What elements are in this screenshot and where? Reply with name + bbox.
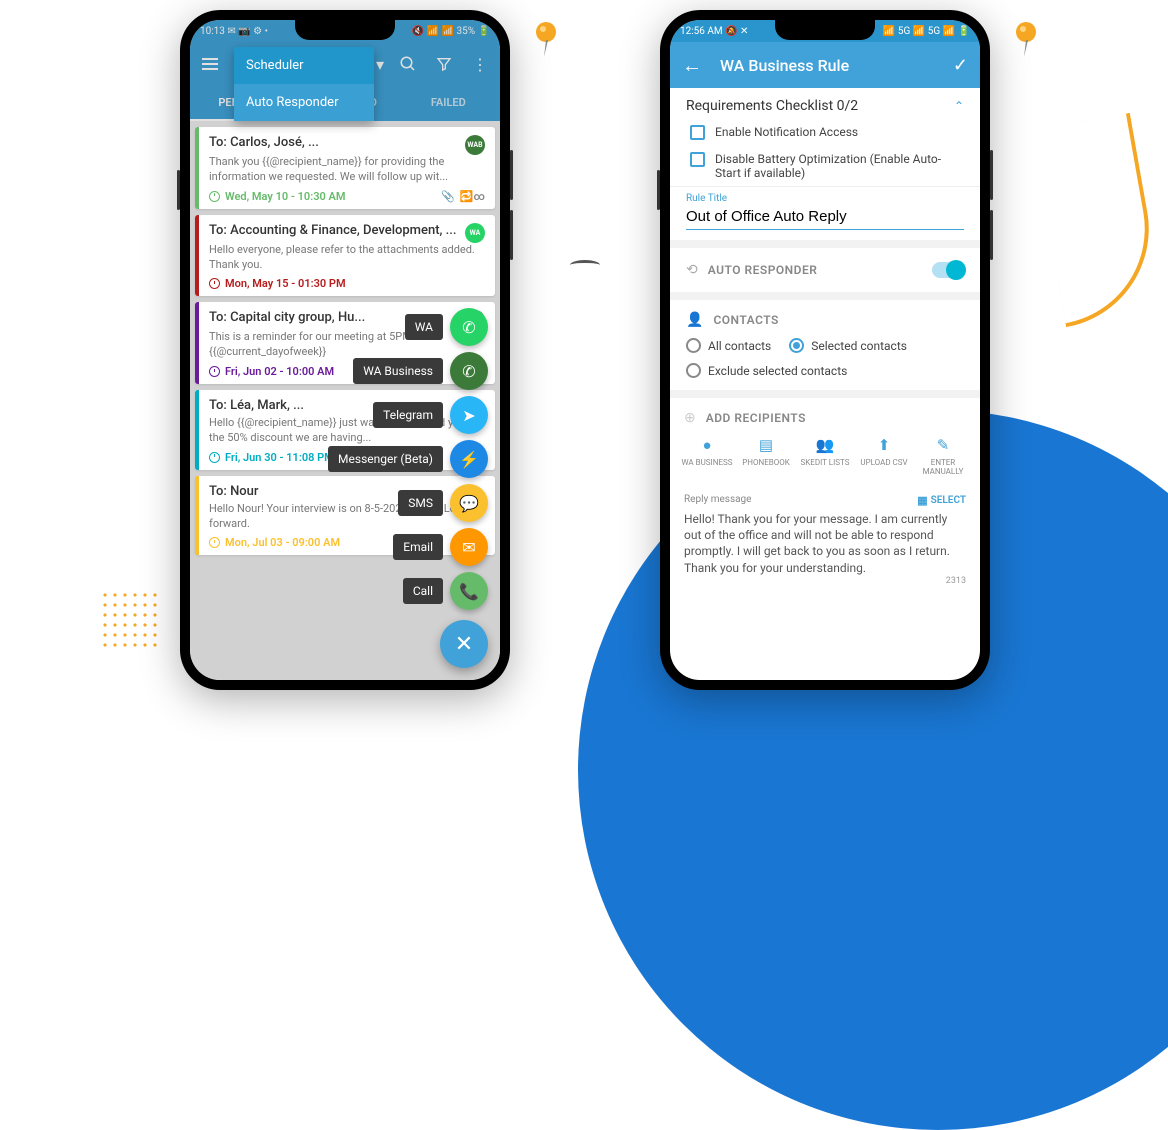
card-date: Fri, Jun 02 - 10:00 AM	[225, 365, 334, 378]
fab-button-telegram[interactable]: ➤	[450, 396, 488, 434]
card-to: To: Léa, Mark, ...	[209, 398, 304, 413]
phone-right: 12:56 AM 🔕 ✕ 📶 5G 📶 5G 📶 🔋 ← WA Business…	[660, 10, 990, 690]
fab-button-wa[interactable]: ✆	[450, 308, 488, 346]
channel-icon: ✆	[462, 362, 475, 381]
auto-responder-section: ⟲ AUTO RESPONDER	[670, 248, 980, 300]
auto-responder-label: AUTO RESPONDER	[708, 263, 818, 277]
radio-exclude-contacts[interactable]: Exclude selected contacts	[686, 363, 847, 378]
contacts-section: 👤 CONTACTS All contacts Selected contact…	[670, 300, 980, 398]
recipient-source-button[interactable]: ⬆UPLOAD CSV	[857, 436, 911, 476]
recip-icon: ⬆	[875, 436, 893, 454]
fab-button-wa-business[interactable]: ✆	[450, 352, 488, 390]
bg-yellow-curve	[1031, 113, 1164, 327]
fab-button-email[interactable]: ✉	[450, 528, 488, 566]
checkbox-icon[interactable]	[690, 125, 705, 140]
confirm-button[interactable]: ✓	[953, 55, 968, 76]
add-icon: ⊕	[684, 410, 696, 426]
bg-yellow-dots	[100, 590, 160, 650]
recip-icon: ●	[698, 436, 716, 454]
recipient-source-button[interactable]: ▤PHONEBOOK	[739, 436, 793, 476]
clock-icon	[209, 366, 220, 377]
clock-icon	[209, 537, 220, 548]
pushpin-icon	[1010, 20, 1042, 60]
clock-icon	[209, 278, 220, 289]
recip-icon: ✎	[934, 436, 952, 454]
recipient-source-button[interactable]: 👥SKEDIT LISTS	[798, 436, 852, 476]
bg-squiggle	[570, 260, 600, 270]
app-bar: ← WA Business Rule ✓	[670, 42, 980, 88]
auto-responder-toggle[interactable]	[932, 262, 964, 278]
char-count: 2313	[684, 576, 966, 586]
clock-icon	[209, 191, 220, 202]
contacts-icon: 👤	[686, 312, 703, 328]
rule-title-section: Rule Title	[670, 186, 980, 248]
radio-selected-contacts[interactable]: Selected contacts	[789, 338, 907, 353]
channel-badge: WA	[465, 223, 485, 243]
rule-title-label: Rule Title	[686, 193, 964, 204]
card-to: To: Carlos, José, ...	[209, 135, 319, 150]
fab-label: Call	[403, 578, 443, 604]
appbar-title: WA Business Rule	[720, 56, 935, 75]
reply-label: Reply message	[684, 494, 751, 507]
fab-label: WA	[405, 314, 443, 340]
fab-close-button[interactable]: ✕	[440, 620, 488, 668]
card-date: Mon, Jul 03 - 09:00 AM	[225, 536, 340, 549]
channel-icon: ➤	[462, 406, 475, 425]
phone-left: 10:13 ✉ 📷 ⚙ • 🔇 📶 📶 35% 🔋 ▾ Scheduler Au…	[180, 10, 510, 690]
fab-label: Telegram	[373, 402, 443, 428]
req-item-battery[interactable]: Disable Battery Optimization (Enable Aut…	[670, 146, 980, 186]
channel-icon: ✆	[462, 318, 475, 337]
autoresponder-icon: ⟲	[686, 262, 698, 278]
card-date: Mon, May 15 - 01:30 PM	[225, 277, 346, 290]
fab-label: SMS	[398, 490, 443, 516]
requirements-header[interactable]: Requirements Checklist 0/2 ⌃	[670, 88, 980, 119]
fab-label: Email	[393, 534, 443, 560]
chevron-up-icon: ⌃	[954, 99, 964, 113]
card-date: Fri, Jun 30 - 11:08 PM	[225, 451, 334, 464]
status-notif-icons: 🔕 ✕	[725, 26, 748, 37]
reply-textarea[interactable]: Hello! Thank you for your message. I am …	[684, 511, 966, 576]
dropdown-item-autoresponder[interactable]: Auto Responder	[234, 84, 374, 121]
fab-button-sms[interactable]: 💬	[450, 484, 488, 522]
channel-icon: ⚡	[459, 450, 479, 469]
card-date: Wed, May 10 - 10:30 AM	[225, 190, 345, 203]
card-footer-icons: 📎🔁∞	[441, 190, 485, 203]
checkbox-icon[interactable]	[690, 152, 705, 167]
channel-icon: 💬	[459, 494, 479, 513]
message-card[interactable]: To: Carlos, José, ... WAB Thank you {{@r…	[195, 127, 495, 209]
requirements-title: Requirements Checklist 0/2	[686, 98, 858, 114]
add-recipients-title: ADD RECIPIENTS	[706, 411, 806, 425]
card-to: To: Accounting & Finance, Development, .…	[209, 223, 457, 238]
select-button[interactable]: ▦ SELECT	[917, 494, 966, 507]
dropdown-item-scheduler[interactable]: Scheduler	[234, 47, 374, 84]
channel-badge: WAB	[465, 135, 485, 155]
fab-button-call[interactable]: 📞	[450, 572, 488, 610]
dropdown-menu: Scheduler Auto Responder	[234, 47, 374, 121]
rule-title-input[interactable]	[686, 204, 964, 230]
status-signal: 📶 5G 📶 5G 📶 🔋	[883, 26, 970, 37]
req-item-notification[interactable]: Enable Notification Access	[670, 119, 980, 146]
recip-icon: 👥	[816, 436, 834, 454]
clock-icon	[209, 452, 220, 463]
back-button[interactable]: ←	[682, 53, 702, 78]
card-body: Hello everyone, please refer to the atta…	[209, 243, 485, 273]
fab-menu: WA ✆ WA Business ✆ Telegram ➤ Messenger …	[328, 308, 488, 668]
reply-message-section: Reply message ▦ SELECT Hello! Thank you …	[670, 484, 980, 596]
recipient-source-button[interactable]: ✎ENTER MANUALLY	[916, 436, 970, 476]
contacts-title: CONTACTS	[713, 313, 778, 327]
channel-icon: 📞	[459, 582, 479, 601]
recipient-source-button[interactable]: ●WA BUSINESS	[680, 436, 734, 476]
fab-button-messenger-beta-[interactable]: ⚡	[450, 440, 488, 478]
recip-icon: ▤	[757, 436, 775, 454]
fab-label: WA Business	[353, 358, 443, 384]
channel-icon: ✉	[462, 538, 475, 557]
status-time: 12:56 AM	[680, 26, 723, 37]
pushpin-icon	[530, 20, 562, 60]
message-card[interactable]: To: Accounting & Finance, Development, .…	[195, 215, 495, 297]
radio-all-contacts[interactable]: All contacts	[686, 338, 771, 353]
card-body: Thank you {{@recipient_name}} for provid…	[209, 155, 485, 185]
add-recipients-section: ⊕ ADD RECIPIENTS ●WA BUSINESS▤PHONEBOOK👥…	[670, 398, 980, 484]
card-to: To: Nour	[209, 484, 259, 499]
fab-label: Messenger (Beta)	[328, 446, 443, 472]
